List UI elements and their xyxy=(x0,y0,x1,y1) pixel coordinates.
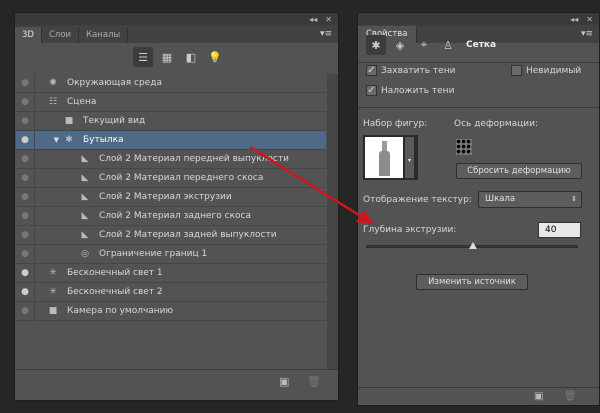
red-arrow-annotation xyxy=(249,145,374,224)
